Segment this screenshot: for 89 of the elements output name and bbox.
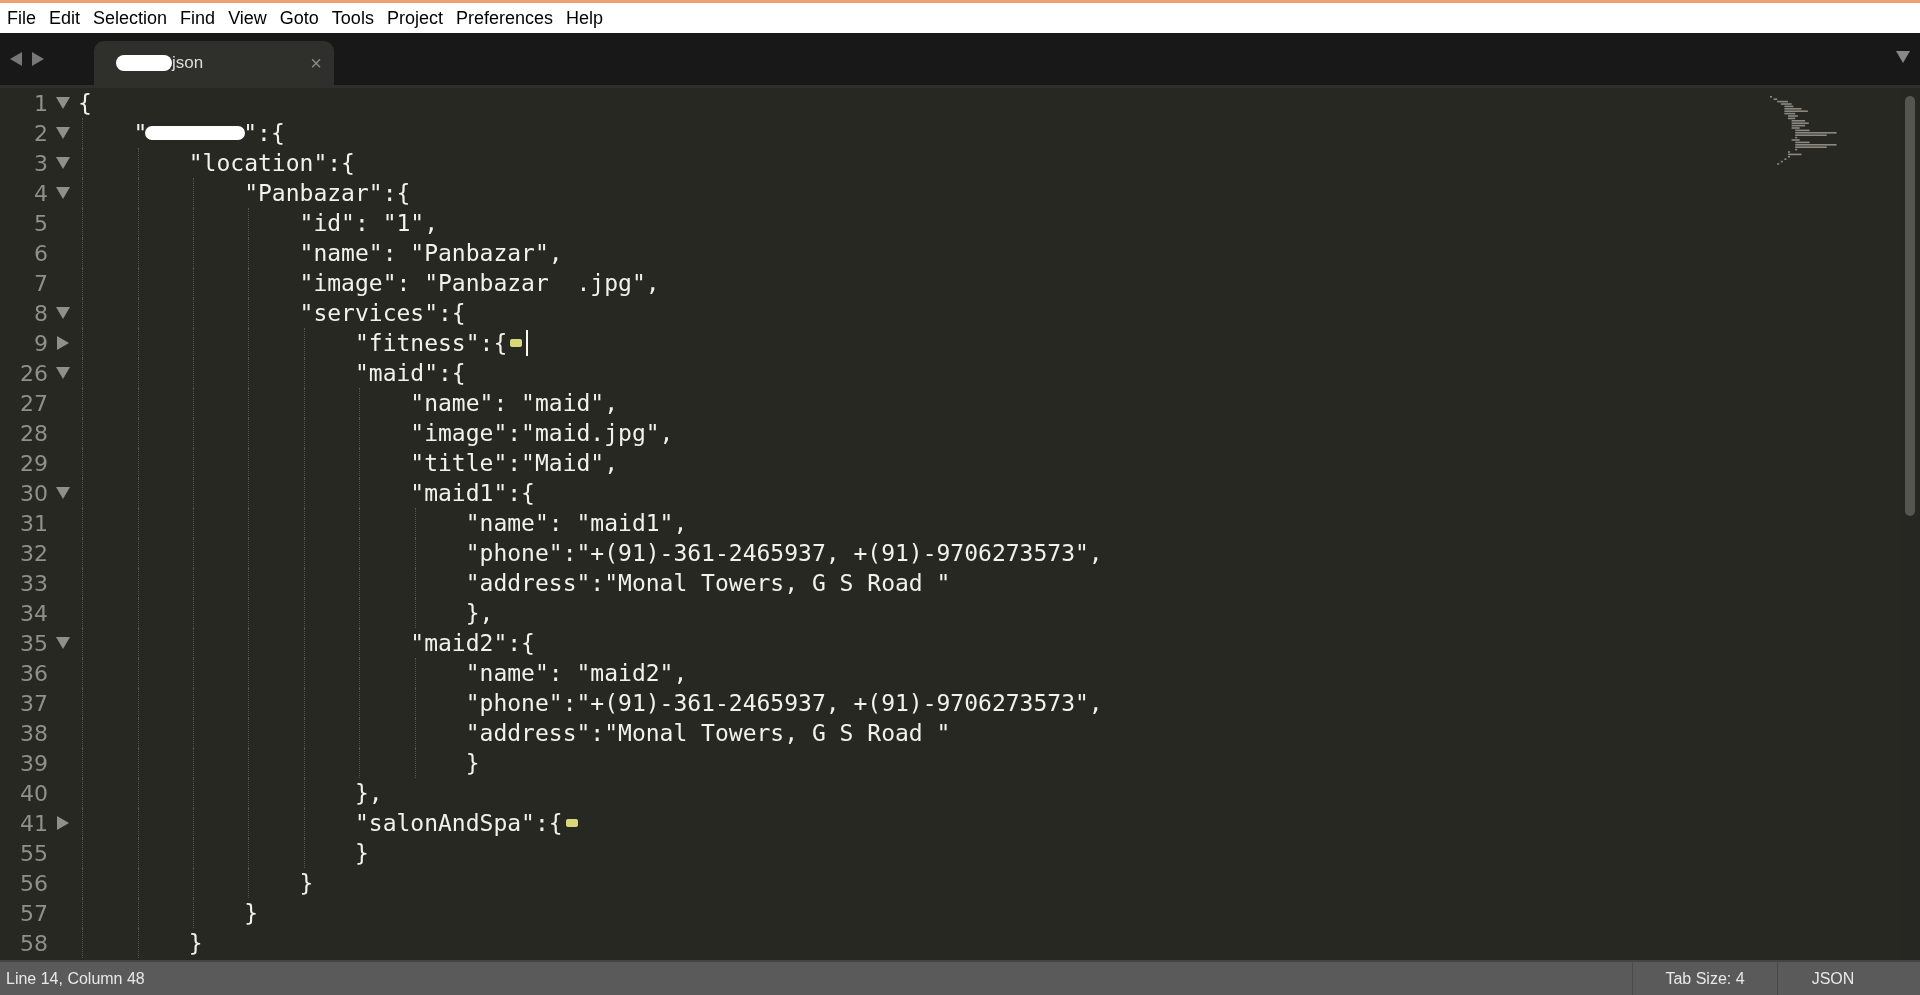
code-line: "name": "maid2", (78, 658, 688, 688)
dropdown-icon[interactable] (1896, 51, 1910, 63)
line-number: 36 (19, 660, 48, 686)
code-line: "Panbazar":{ (78, 178, 411, 208)
folded-code-marker[interactable] (510, 339, 523, 347)
menu-item[interactable]: Help (561, 3, 611, 33)
fold-collapsed-icon[interactable] (57, 816, 69, 830)
code-line: "name": "Panbazar", (78, 238, 563, 268)
line-number: 34 (19, 600, 48, 626)
cursor-position: Line 14, Column 48 (5, 969, 146, 988)
line-number: 39 (19, 750, 48, 776)
code-line: "name": "maid1", (78, 508, 688, 538)
line-number: 41 (19, 810, 48, 836)
code-line: } (78, 748, 480, 778)
code-line: "image":"maid.jpg", (78, 418, 674, 448)
code-line: { (78, 89, 92, 118)
code-line: } (78, 928, 203, 958)
line-number: 28 (19, 420, 48, 446)
line-number: 33 (19, 570, 48, 596)
fold-expanded-icon[interactable] (56, 307, 70, 319)
menu-item[interactable]: Selection (88, 3, 176, 33)
line-number: 29 (19, 450, 48, 476)
code-line: } (78, 868, 314, 898)
fold-expanded-icon[interactable] (56, 637, 70, 649)
line-number: 9 (33, 330, 48, 356)
fold-expanded-icon[interactable] (56, 487, 70, 499)
menu-item[interactable]: Goto (274, 3, 327, 33)
line-number: 6 (33, 240, 48, 266)
fold-expanded-icon[interactable] (56, 127, 70, 139)
menu-item[interactable]: Find (175, 3, 224, 33)
code-line: "name": "maid", (78, 388, 619, 418)
line-number: 56 (19, 870, 48, 896)
line-number: 4 (33, 180, 48, 206)
code-line: } (78, 838, 369, 868)
code-line: "location":{ (78, 148, 355, 178)
menu-item[interactable]: View (223, 3, 275, 33)
line-number: 2 (33, 120, 48, 146)
scrollbar-thumb[interactable] (1905, 96, 1915, 516)
line-number: 31 (19, 510, 48, 536)
back-arrow-icon[interactable] (10, 52, 22, 66)
code-line: "title":"Maid", (78, 448, 619, 478)
line-number: 57 (19, 900, 48, 926)
menu-item[interactable]: Tools (326, 3, 382, 33)
line-number: 37 (19, 690, 48, 716)
fold-collapsed-icon[interactable] (57, 336, 69, 350)
line-number: 5 (33, 210, 48, 236)
line-number: 3 (33, 150, 48, 176)
line-number: 32 (19, 540, 48, 566)
code-line: "phone":"+(91)-361-2465937, +(91)-9706273573", (78, 688, 1103, 718)
code-line: "salonAndSpa":{ (78, 808, 578, 838)
code-line: "phone":"+(91)-361-2465937, +(91)-9706273573", (78, 538, 1103, 568)
line-number: 26 (19, 360, 48, 386)
code-line: "address":"Monal Towers, G S Road " (78, 718, 951, 748)
code-line: "image": "Panbazar .jpg", (78, 268, 660, 298)
code-line: "id": "1", (78, 208, 439, 238)
code-line: "maid2":{ (78, 628, 535, 658)
line-number: 27 (19, 390, 48, 416)
menu-item[interactable]: Edit (44, 3, 89, 33)
code-line: "address":"Monal Towers, G S Road " (78, 568, 951, 598)
fold-expanded-icon[interactable] (56, 157, 70, 169)
line-number: 1 (33, 90, 48, 116)
fold-expanded-icon[interactable] (56, 97, 70, 109)
menu-item[interactable]: File (2, 3, 44, 33)
code-line: "services":{ (78, 298, 466, 328)
code-line: "fitness":{ (78, 328, 529, 358)
menu-item[interactable]: Preferences (450, 3, 561, 33)
line-number: 58 (19, 930, 48, 956)
line-number: 8 (33, 300, 48, 326)
fold-expanded-icon[interactable] (56, 187, 70, 199)
line-number: 38 (19, 720, 48, 746)
code-line: }, (78, 598, 494, 628)
forward-arrow-icon[interactable] (32, 52, 44, 66)
folded-code-marker[interactable] (565, 819, 578, 827)
line-number: 35 (19, 630, 48, 656)
fold-expanded-icon[interactable] (56, 367, 70, 379)
line-number: 30 (19, 480, 48, 506)
code-line: "maid1":{ (78, 478, 535, 508)
line-number: 7 (33, 270, 48, 296)
tab-size-indicator[interactable]: Tab Size: 4 (1632, 962, 1777, 995)
syntax-selector[interactable]: JSON (1777, 962, 1888, 995)
code-line: " ":{ (78, 118, 285, 148)
menu-item[interactable]: Project (381, 3, 451, 33)
close-icon[interactable]: × (310, 51, 322, 75)
code-line: }, (78, 778, 383, 808)
line-number: 55 (19, 840, 48, 866)
line-number: 40 (19, 780, 48, 806)
code-line: } (78, 898, 258, 928)
file-tab[interactable]: json × (94, 41, 334, 85)
code-line: "maid":{ (78, 358, 466, 388)
